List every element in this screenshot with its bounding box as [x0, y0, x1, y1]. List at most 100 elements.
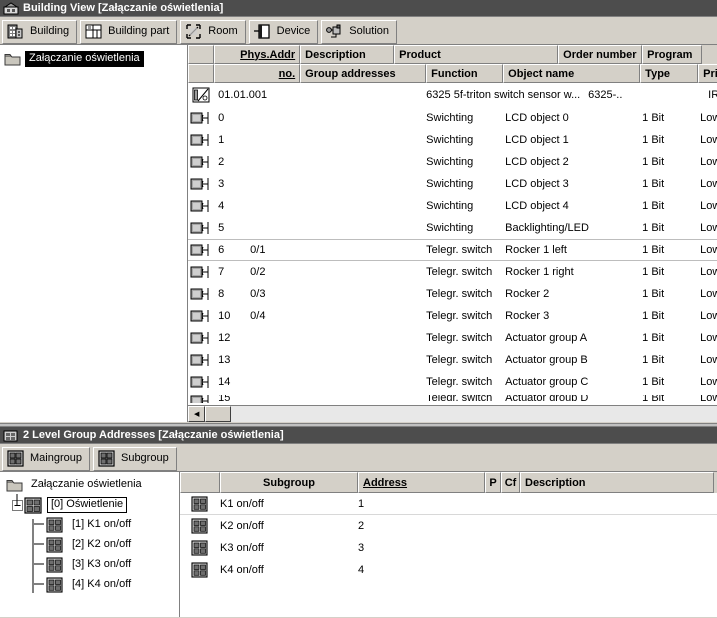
col-header-program-label: Program [647, 48, 693, 61]
object-icon [188, 111, 214, 125]
toolbar-button-device[interactable]: Device [248, 19, 319, 44]
table-row[interactable]: 14 Telegr. switch Actuator group C 1 Bit… [188, 371, 717, 393]
col-header-address[interactable]: Address [358, 472, 485, 493]
col-header-priority[interactable]: Priority [698, 64, 717, 83]
toolbar-button-building-part[interactable]: Building part [80, 19, 178, 44]
col-header-cf-label: Cf [504, 476, 517, 489]
cell-object-name: Actuator group D [505, 395, 589, 401]
building-part-icon [84, 22, 103, 41]
col-header-product[interactable]: Product [394, 45, 559, 64]
room-icon [184, 22, 203, 41]
cell-no: 12 [218, 332, 231, 344]
tree-node-maingroup-0[interactable]: [0] Oświetlenie [6, 495, 179, 515]
col-header-group-addresses[interactable]: Group addresses [300, 64, 427, 83]
toolbar-button-maingroup[interactable]: Maingroup [2, 446, 90, 471]
cell-no: 4 [218, 200, 225, 212]
tree-node-root[interactable]: Załączanie oświetlenia [6, 475, 179, 495]
col-header-cf[interactable]: Cf [501, 472, 520, 493]
list-item[interactable]: K4 on/off 4 [180, 559, 717, 581]
tree-node-label: [2] K2 on/off [72, 538, 132, 551]
col-header-type[interactable]: Type [640, 64, 699, 83]
cell-object-name: LCD object 4 [505, 200, 569, 212]
col-header-group-addresses-label: Group addresses [305, 67, 396, 80]
tree-node-subgroup-2[interactable]: [2] K2 on/off [6, 535, 179, 555]
cell-priority: Low [700, 222, 717, 234]
building-tree-pane: Załączanie oświetlenia [0, 45, 189, 422]
cell-subgroup: K2 on/off [220, 520, 264, 532]
col-header-object-name[interactable]: Object name [503, 64, 641, 83]
cell-subgroup: K3 on/off [220, 542, 264, 554]
building-table-header-top: Phys.Addr Description Product Order numb… [188, 45, 717, 64]
cell-object-name: Rocker 1 left [505, 244, 567, 256]
building-horizontal-scrollbar[interactable]: ◀ [188, 405, 717, 422]
tree-node-label: [0] Oświetlenie [47, 497, 128, 513]
toolbar-button-subgroup-label: Subgroup [120, 452, 169, 464]
table-row[interactable]: 6 0/1 Telegr. switch Rocker 1 left 1 Bit… [188, 239, 717, 261]
list-item[interactable]: K2 on/off 2 [180, 515, 717, 537]
tree-node-subgroup-4[interactable]: [4] K4 on/off [6, 575, 179, 595]
building-table-body: 0 Swichting LCD object 0 1 Bit Low 1 Swi… [188, 107, 717, 403]
scrollbar-track[interactable] [231, 406, 717, 422]
group-table-header: Subgroup Address P Cf Description [180, 472, 717, 493]
cell-type: 1 Bit [642, 134, 665, 146]
toolbar-button-subgroup[interactable]: Subgroup [92, 446, 177, 471]
col-header-order-number[interactable]: Order number [558, 45, 643, 64]
table-row[interactable]: 15 Telegr. switch Actuator group D 1 Bit… [188, 393, 717, 403]
table-row[interactable]: 7 0/2 Telegr. switch Rocker 1 right 1 Bi… [188, 261, 717, 283]
col-header-program[interactable]: Program [642, 45, 703, 64]
table-row[interactable]: 0 Swichting LCD object 0 1 Bit Low [188, 107, 717, 129]
cell-object-name: Actuator group C [505, 376, 589, 388]
tree-node-subgroup-1[interactable]: [1] K1 on/off [6, 515, 179, 535]
col-header-phys-addr[interactable]: Phys.Addr [214, 45, 301, 64]
cell-type: 1 Bit [642, 222, 665, 234]
toolbar-button-maingroup-label: Maingroup [30, 452, 82, 464]
table-row[interactable]: 1 Swichting LCD object 1 1 Bit Low [188, 129, 717, 151]
group-addresses-panes: Załączanie oświetlenia [0] Oświetlenie [… [0, 472, 717, 617]
object-icon [188, 394, 214, 403]
table-row[interactable]: 12 Telegr. switch Actuator group A 1 Bit… [188, 327, 717, 349]
toolbar-button-room[interactable]: Room [180, 19, 246, 44]
col-header-description-group[interactable]: Description [520, 472, 714, 493]
object-icon [188, 265, 214, 279]
building-tree: Załączanie oświetlenia [0, 45, 187, 69]
device-row[interactable]: 01.01.001 6325 5f-triton switch sensor w… [188, 83, 717, 107]
cell-no: 14 [218, 376, 231, 388]
cell-no: 6 [218, 244, 225, 256]
cell-priority: Low [700, 354, 717, 366]
cell-type: 1 Bit [642, 332, 665, 344]
cell-priority: Low [700, 376, 717, 388]
col-header-description[interactable]: Description [300, 45, 395, 64]
cell-function: Telegr. switch [426, 244, 493, 256]
subgroup-icon [46, 537, 64, 553]
tree-expander-minus[interactable] [10, 499, 24, 511]
col-header-p[interactable]: P [485, 472, 501, 493]
scrollbar-thumb[interactable] [205, 406, 232, 422]
table-row[interactable]: 3 Swichting LCD object 3 1 Bit Low [188, 173, 717, 195]
cell-group-address: 0/2 [250, 266, 266, 278]
list-item[interactable]: K3 on/off 3 [180, 537, 717, 559]
maingroup-icon [6, 449, 25, 468]
table-row[interactable]: 2 Swichting LCD object 2 1 Bit Low [188, 151, 717, 173]
cell-no: 0 [218, 112, 225, 124]
cell-function: Swichting [426, 200, 474, 212]
tree-node-zalaczanie-oswietlenia[interactable]: Załączanie oświetlenia [4, 49, 187, 69]
col-header-subgroup[interactable]: Subgroup [220, 472, 358, 493]
tree-node-subgroup-3[interactable]: [3] K3 on/off [6, 555, 179, 575]
cell-function: Telegr. switch [426, 376, 493, 388]
scrollbar-left-arrow[interactable]: ◀ [188, 406, 206, 422]
cell-type: 1 Bit [642, 200, 665, 212]
device-icon [253, 22, 272, 41]
folder-icon [4, 52, 21, 67]
table-row[interactable]: 5 Swichting Backlighting/LED 1 Bit Low [188, 217, 717, 239]
table-row[interactable]: 4 Swichting LCD object 4 1 Bit Low [188, 195, 717, 217]
table-row[interactable]: 10 0/4 Telegr. switch Rocker 3 1 Bit Low [188, 305, 717, 327]
col-header-function[interactable]: Function [426, 64, 504, 83]
toolbar-button-building[interactable]: Building [2, 19, 78, 44]
cell-priority: Low [700, 200, 717, 212]
col-header-no[interactable]: no. [214, 64, 301, 83]
toolbar-button-solution[interactable]: Solution [321, 19, 398, 44]
table-row[interactable]: 8 0/3 Telegr. switch Rocker 2 1 Bit Low [188, 283, 717, 305]
table-row[interactable]: 13 Telegr. switch Actuator group B 1 Bit… [188, 349, 717, 371]
folder-icon [6, 478, 23, 493]
list-item[interactable]: K1 on/off 1 [180, 493, 717, 515]
